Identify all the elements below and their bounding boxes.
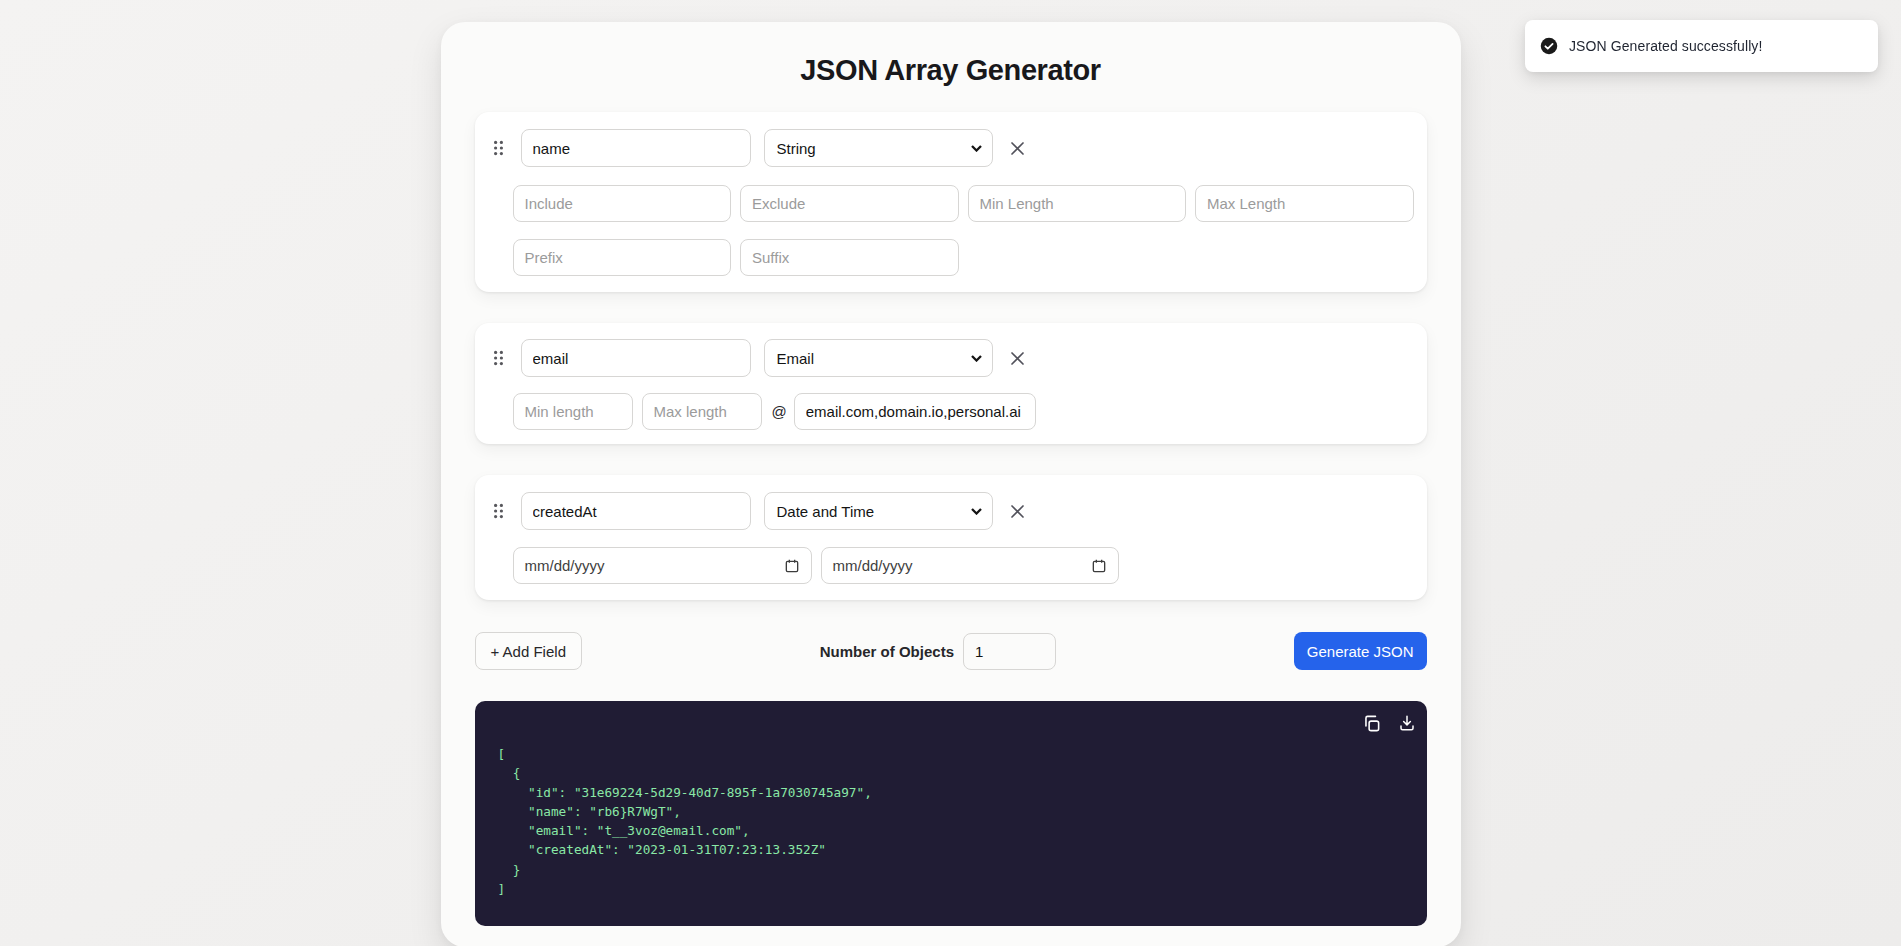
field-card-email: Email @: [475, 323, 1427, 444]
page-title: JSON Array Generator: [475, 54, 1427, 87]
end-date-input[interactable]: mm/dd/yyyy: [821, 547, 1119, 584]
email-domains-input[interactable]: [794, 393, 1036, 430]
include-input[interactable]: [513, 185, 732, 222]
field-type-select[interactable]: Date and Time: [764, 492, 993, 530]
remove-field-button[interactable]: [1006, 136, 1030, 160]
chevron-down-icon: [971, 355, 982, 362]
download-icon: [1398, 714, 1416, 732]
close-icon: [1010, 504, 1025, 519]
controls-row: + Add Field Number of Objects Generate J…: [475, 632, 1427, 670]
prefix-input[interactable]: [513, 239, 732, 276]
field-type-select[interactable]: Email: [764, 339, 993, 377]
drag-handle-icon[interactable]: [493, 140, 504, 156]
number-of-objects-input[interactable]: [963, 633, 1056, 670]
calendar-icon: [1091, 558, 1107, 574]
remove-field-button[interactable]: [1006, 499, 1030, 523]
close-icon: [1010, 351, 1025, 366]
copy-icon: [1362, 714, 1381, 733]
json-output-panel: [ { "id": "31e69224-5d29-40d7-895f-1a703…: [475, 701, 1427, 926]
close-icon: [1010, 141, 1025, 156]
calendar-icon: [784, 558, 800, 574]
json-output-code: [ { "id": "31e69224-5d29-40d7-895f-1a703…: [475, 701, 1427, 898]
field-type-select[interactable]: String: [764, 129, 993, 167]
email-min-length-input[interactable]: [513, 393, 633, 430]
copy-button[interactable]: [1362, 714, 1382, 734]
at-symbol: @: [772, 403, 787, 420]
suffix-input[interactable]: [740, 239, 959, 276]
field-card-createdAt: Date and Time mm/dd/yyyy: [475, 475, 1427, 600]
app-card: JSON Array Generator String: [441, 22, 1461, 946]
remove-field-button[interactable]: [1006, 346, 1030, 370]
email-max-length-input[interactable]: [642, 393, 762, 430]
max-length-input[interactable]: [1195, 185, 1414, 222]
generate-json-button[interactable]: Generate JSON: [1294, 632, 1427, 670]
drag-handle-icon[interactable]: [493, 503, 504, 519]
field-name-input[interactable]: [521, 339, 751, 377]
exclude-input[interactable]: [740, 185, 959, 222]
start-date-input[interactable]: mm/dd/yyyy: [513, 547, 812, 584]
toast-notification: JSON Generated successfully!: [1525, 20, 1878, 72]
min-length-input[interactable]: [968, 185, 1187, 222]
check-circle-icon: [1540, 37, 1558, 55]
field-name-input[interactable]: [521, 492, 751, 530]
field-name-input[interactable]: [521, 129, 751, 167]
download-button[interactable]: [1397, 714, 1417, 734]
add-field-button[interactable]: + Add Field: [475, 632, 582, 670]
field-card-name: String: [475, 112, 1427, 292]
toast-message: JSON Generated successfully!: [1569, 38, 1762, 54]
chevron-down-icon: [971, 145, 982, 152]
chevron-down-icon: [971, 508, 982, 515]
drag-handle-icon[interactable]: [493, 350, 504, 366]
number-of-objects-label: Number of Objects: [820, 643, 954, 660]
